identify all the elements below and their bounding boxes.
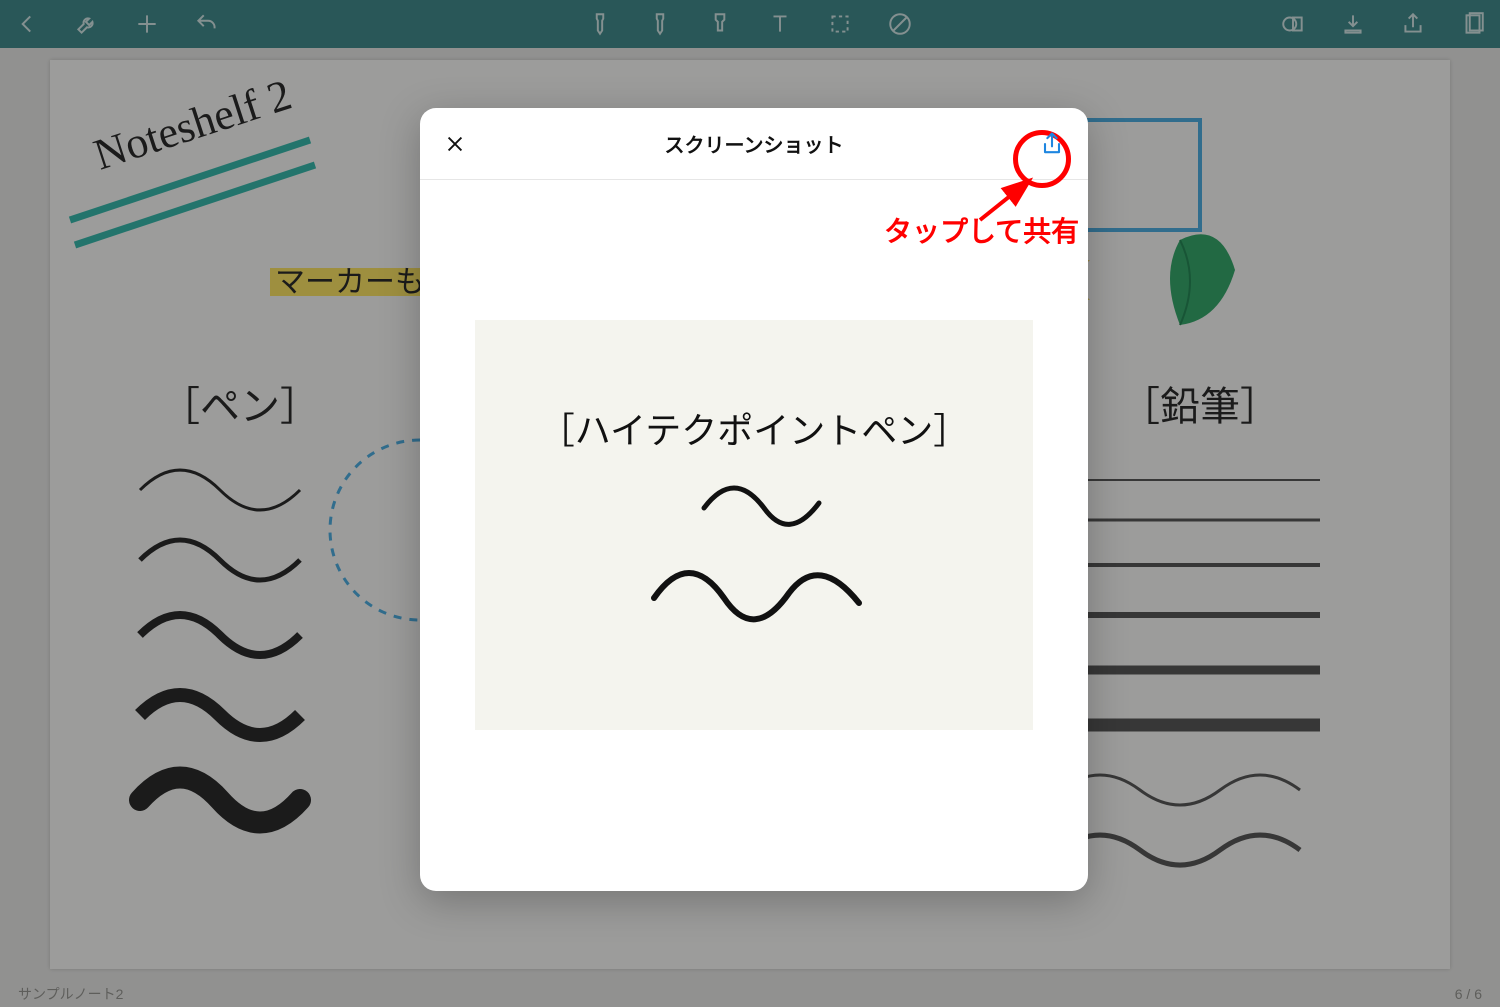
app-root: Noteshelf 2 マーカーも ［ペン］ ［鉛筆］ xyxy=(0,0,1500,1007)
modal-header: スクリーンショット xyxy=(420,108,1088,180)
screenshot-preview: ［ハイテクポイントペン］ xyxy=(475,320,1033,730)
close-button[interactable] xyxy=(444,133,466,155)
preview-strokes xyxy=(614,478,894,648)
preview-label: ［ハイテクポイントペン］ xyxy=(539,402,970,454)
share-button[interactable] xyxy=(1038,130,1066,158)
close-icon xyxy=(444,133,466,155)
annotation-text: タップして共有 xyxy=(884,210,1079,250)
share-icon xyxy=(1038,130,1066,158)
modal-body: ［ハイテクポイントペン］ xyxy=(420,180,1088,891)
modal-title: スクリーンショット xyxy=(420,129,1088,158)
